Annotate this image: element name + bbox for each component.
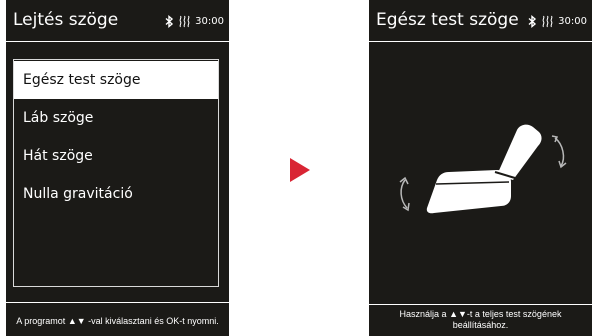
status-icons: 30:00 bbox=[528, 14, 587, 28]
heat-icon bbox=[541, 15, 554, 28]
bluetooth-icon bbox=[528, 14, 537, 28]
hint-text-before: Használja a bbox=[399, 309, 447, 319]
timer-readout: 30:00 bbox=[195, 15, 224, 27]
screen-title: Lejtés szöge bbox=[13, 10, 119, 30]
hint-text-after: -t a teljes test szögének beállításához. bbox=[452, 309, 562, 330]
rotate-arrow-right-icon bbox=[551, 135, 567, 169]
down-arrow-icon: ▼ bbox=[457, 309, 467, 319]
menu-item-zero-gravity[interactable]: Nulla gravitáció bbox=[14, 175, 218, 213]
adjust-screen: Egész test szöge 30:00 Használja a ▲▼-t … bbox=[369, 0, 592, 336]
up-arrow-icon: ▲ bbox=[67, 316, 77, 326]
chair-graphic bbox=[389, 100, 579, 230]
down-arrow-icon: ▼ bbox=[76, 316, 86, 326]
angle-menu: Egész test szöge Láb szöge Hát szöge Nul… bbox=[13, 59, 219, 287]
hint-text-after: -val kiválasztani és OK-t nyomni. bbox=[88, 316, 219, 326]
up-arrow-icon: ▲ bbox=[449, 309, 458, 319]
hint-text-before: A programot bbox=[16, 316, 66, 326]
rotate-arrow-left-icon bbox=[399, 176, 410, 212]
status-icons: 30:00 bbox=[165, 14, 224, 28]
status-bar: Lejtés szöge 30:00 bbox=[6, 0, 229, 42]
massage-chair-icon bbox=[426, 124, 542, 214]
bluetooth-icon bbox=[165, 14, 174, 28]
menu-screen: Lejtés szöge 30:00 Egész test szöge Láb … bbox=[6, 0, 229, 336]
menu-item-leg-angle[interactable]: Láb szöge bbox=[14, 99, 218, 137]
arrow-right-icon bbox=[290, 158, 310, 182]
heat-icon bbox=[178, 15, 191, 28]
timer-readout: 30:00 bbox=[558, 15, 587, 27]
menu-item-whole-body-angle[interactable]: Egész test szöge bbox=[14, 61, 218, 99]
status-bar: Egész test szöge 30:00 bbox=[369, 0, 592, 42]
menu-item-back-angle[interactable]: Hát szöge bbox=[14, 137, 218, 175]
hint-footer: Használja a ▲▼-t a teljes test szögének … bbox=[369, 304, 592, 336]
screen-title: Egész test szöge bbox=[376, 10, 519, 30]
hint-footer: A programot ▲▼ -val kiválasztani és OK-t… bbox=[6, 302, 229, 336]
